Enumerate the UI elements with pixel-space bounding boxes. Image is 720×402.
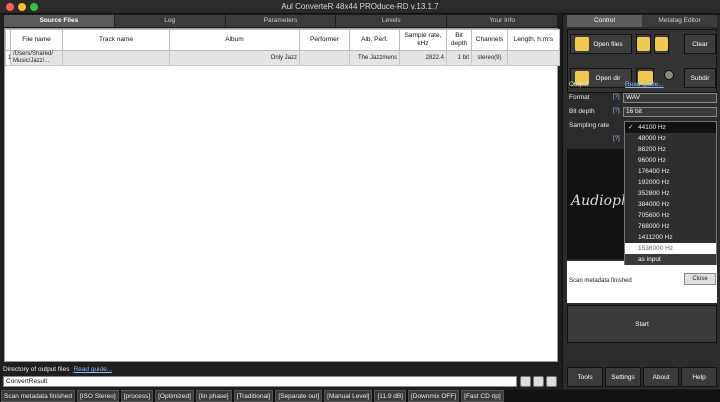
header-performer[interactable]: Performer [299,29,350,51]
sampling-rate-option[interactable]: 88200 Hz [625,144,716,155]
status-optimized[interactable]: [Optimized] [155,390,194,402]
header-channels[interactable]: Channels [471,29,508,51]
bit-depth-select[interactable]: 16 bit [623,107,717,117]
header-track-name[interactable]: Track name [62,29,170,51]
format-help[interactable]: [?] [613,94,620,100]
status-dot-icon [664,70,674,80]
output-dir-browse-icon[interactable] [533,376,544,387]
open-dir-label: Open dir [595,74,621,82]
sampling-rate-option[interactable]: 48000 Hz [625,133,716,144]
status-downmix[interactable]: [Downmix OFF] [408,390,460,402]
sampling-rate-option[interactable]: 352800 Hz [625,188,716,199]
status-fast-cd-rip[interactable]: [Fast CD rip] [461,390,504,402]
settings-button[interactable]: Settings [605,367,641,387]
sampling-rate-option[interactable]: 176400 Hz [625,166,716,177]
tab-metatag-editor[interactable]: Metatag Editor [642,15,717,27]
cell-file-name: /Users/Shared/ Music/Jazz/... [10,50,63,66]
status-level-db[interactable]: [11.9 dB] [374,390,406,402]
sampling-rate-option[interactable]: 96000 Hz [625,155,716,166]
status-traditional[interactable]: [Traditional] [233,390,274,402]
cell-channels: stereo(9) [471,50,508,66]
source-files-table[interactable]: File name Track name Album Performer Alb… [4,28,560,362]
sampling-rate-option[interactable]: 768000 Hz [625,221,716,232]
output-dir-dropdown-icon[interactable] [520,376,531,387]
output-guide-link[interactable]: Read guide... [625,81,664,88]
sampling-rate-option[interactable]: 192000 Hz [625,177,716,188]
status-manual-level[interactable]: [Manual Level] [324,390,373,402]
status-separate-out[interactable]: [Separate out] [275,390,323,402]
window-title: Aul ConverteR 48x44 PROduce-RD v.13.1.7 [281,2,439,11]
cell-album: Only Jazz [169,50,300,66]
add-folder-icon [637,37,650,51]
open-files-label: Open files [593,40,623,48]
status-scan: Scan metadata finished [1,390,75,402]
sampling-rate-option[interactable]: 384000 Hz [625,199,716,210]
format-label: Format [569,94,590,101]
remove-folder-icon [655,37,668,51]
output-dir-input[interactable] [3,376,517,387]
table-row[interactable]: 1 /Users/Shared/ Music/Jazz/... Only Jaz… [5,50,560,66]
sampling-rate-option[interactable]: 44100 Hz [625,122,716,133]
status-iso-stereo[interactable]: [ISO Stereo] [76,390,119,402]
tab-control[interactable]: Control [567,15,642,27]
start-button[interactable]: Start [567,305,717,343]
cell-track-name [62,50,170,66]
message-text: Scan metadata finished [569,278,632,284]
tab-source-files[interactable]: Source Files [4,15,115,27]
cell-alb-perf: The Jazzmens [349,50,400,66]
header-sample-rate[interactable]: Sample rate, kHz [399,29,447,51]
header-album[interactable]: Album [169,29,300,51]
sampling-rate-dropdown[interactable]: 44100 Hz 48000 Hz 88200 Hz 96000 Hz 1764… [624,121,717,265]
remove-files-button[interactable] [654,34,669,54]
header-alb-perf[interactable]: Alb. Perf. [349,29,400,51]
sampling-rate-option[interactable]: as input [625,254,716,265]
table-header-row: File name Track name Album Performer Alb… [5,29,560,51]
cell-length [507,50,560,66]
bit-depth-help[interactable]: [?] [613,108,620,114]
output-dir-open-icon[interactable] [546,376,557,387]
cell-bit-depth: 1 bit [446,50,472,66]
tab-your-info[interactable]: Your Info [447,15,558,27]
cell-performer [299,50,350,66]
sampling-rate-option[interactable]: 1536000 Hz [625,243,716,254]
close-message-button[interactable]: Close [684,273,716,285]
tools-button[interactable]: Tools [567,367,603,387]
bit-depth-label: Bit depth [569,108,595,115]
folder-icon [575,37,589,51]
status-lin-phase[interactable]: [lin phase] [195,390,232,402]
output-dir-guide-link[interactable]: Read guide... [73,366,112,373]
header-bit-depth[interactable]: Bit depth [446,29,472,51]
sampling-rate-option[interactable]: 1411200 Hz [625,232,716,243]
header-length[interactable]: Length, h:m:s [507,29,560,51]
header-file-name[interactable]: File name [10,29,63,51]
bottom-buttons: Tools Settings About Help [567,367,717,389]
status-process[interactable]: [process] [120,390,154,402]
output-dir-label: Directory of output files Read guide... [3,366,112,373]
add-files-button[interactable] [636,34,651,54]
subdir-button[interactable]: Subdir [684,68,716,88]
control-tabs: Control Metatag Editor [567,15,717,27]
title-bar: Aul ConverteR 48x44 PROduce-RD v.13.1.7 [0,0,720,14]
message-box: Scan metadata finished Close [567,261,717,303]
output-dir-title: Directory of output files [3,366,70,373]
help-button[interactable]: Help [681,367,717,387]
clear-button[interactable]: Clear [684,34,716,54]
main-tabs: Source Files Log Parameters Levels Your … [4,15,558,27]
tab-parameters[interactable]: Parameters [225,15,337,27]
format-select[interactable]: WAV [623,93,717,103]
status-bar: Scan metadata finished [ISO Stereo] [pro… [0,390,720,402]
open-files-button[interactable]: Open files [570,34,632,54]
tab-log[interactable]: Log [114,15,226,27]
cell-sample-rate: 2822.4 [399,50,447,66]
sampling-rate-option[interactable]: 705600 Hz [625,210,716,221]
sampling-help[interactable]: [?] [613,136,620,142]
about-button[interactable]: About [643,367,679,387]
tab-levels[interactable]: Levels [336,15,448,27]
sampling-rate-label: Sampling rate [569,122,610,129]
output-label: Output [569,81,589,88]
